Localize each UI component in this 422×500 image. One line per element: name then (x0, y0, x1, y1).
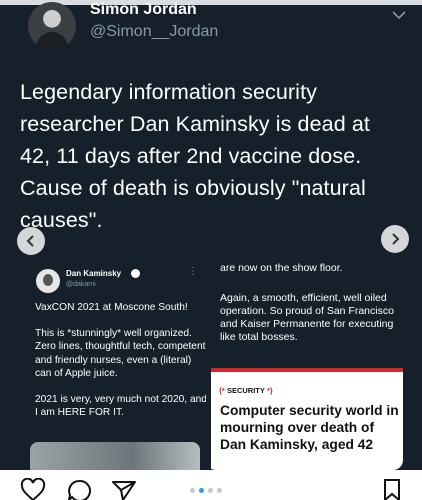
embedded-author-handle: @dakami (66, 281, 96, 288)
article-card: {* SECURITY *} Computer security world i… (211, 372, 403, 470)
embedded-tweet-left: Dan Kaminsky @dakami ⋮ VaxCON 2021 at Mo… (22, 258, 210, 470)
embedded-avatar (36, 269, 60, 293)
avatar[interactable] (28, 2, 76, 50)
more-icon: ⋮ (188, 266, 198, 277)
carousel-prev-button[interactable] (17, 227, 45, 255)
carousel-dot (217, 488, 222, 493)
embedded-author-name: Dan Kaminsky (66, 269, 122, 278)
embedded-paragraph: 2021 is very, very much not 2020, and I … (35, 394, 207, 419)
embedded-tweet-right: are now on the show floor. Again, a smoo… (206, 258, 403, 470)
article-headline: Computer security world in mourning over… (220, 403, 399, 452)
embedded-photo (30, 442, 200, 470)
send-icon[interactable] (110, 478, 138, 500)
chevron-down-icon[interactable] (390, 8, 408, 22)
author-handle[interactable]: @Simon__Jordan (90, 22, 218, 42)
post-image: Simon Jordan @Simon__Jordan Legendary in… (0, 0, 422, 470)
carousel-indicator (190, 488, 222, 493)
carousel-dot (208, 488, 213, 493)
carousel-next-button[interactable] (381, 225, 409, 253)
embedded-text-body: Again, a smooth, efficient, well oiled o… (220, 292, 394, 343)
embedded-text-top: are now on the show floor. (220, 262, 343, 274)
bookmark-icon[interactable] (382, 478, 402, 500)
carousel-dot (190, 488, 195, 493)
author-name[interactable]: Simon Jordan (90, 1, 197, 19)
heart-icon[interactable] (20, 478, 46, 500)
tweet-text: Legendary information security researche… (20, 80, 370, 232)
carousel-dot (199, 488, 204, 493)
chevron-left-icon (26, 235, 34, 247)
embedded-tweet-body: VaxCON 2021 at Moscone South! This is *s… (35, 301, 207, 432)
chevron-right-icon (392, 233, 400, 245)
article-tag-label: SECURITY (226, 386, 265, 395)
embedded-paragraph: This is *stunningly* well organized. Zer… (35, 328, 206, 379)
verified-icon (131, 269, 140, 278)
article-tag: {* SECURITY *} (219, 386, 273, 395)
comment-icon[interactable] (66, 478, 92, 500)
article-tag-close: *} (266, 386, 273, 395)
article-tag-open: {* (219, 386, 225, 395)
embedded-paragraph: VaxCON 2021 at Moscone South! (35, 302, 188, 313)
action-bar (0, 470, 422, 500)
